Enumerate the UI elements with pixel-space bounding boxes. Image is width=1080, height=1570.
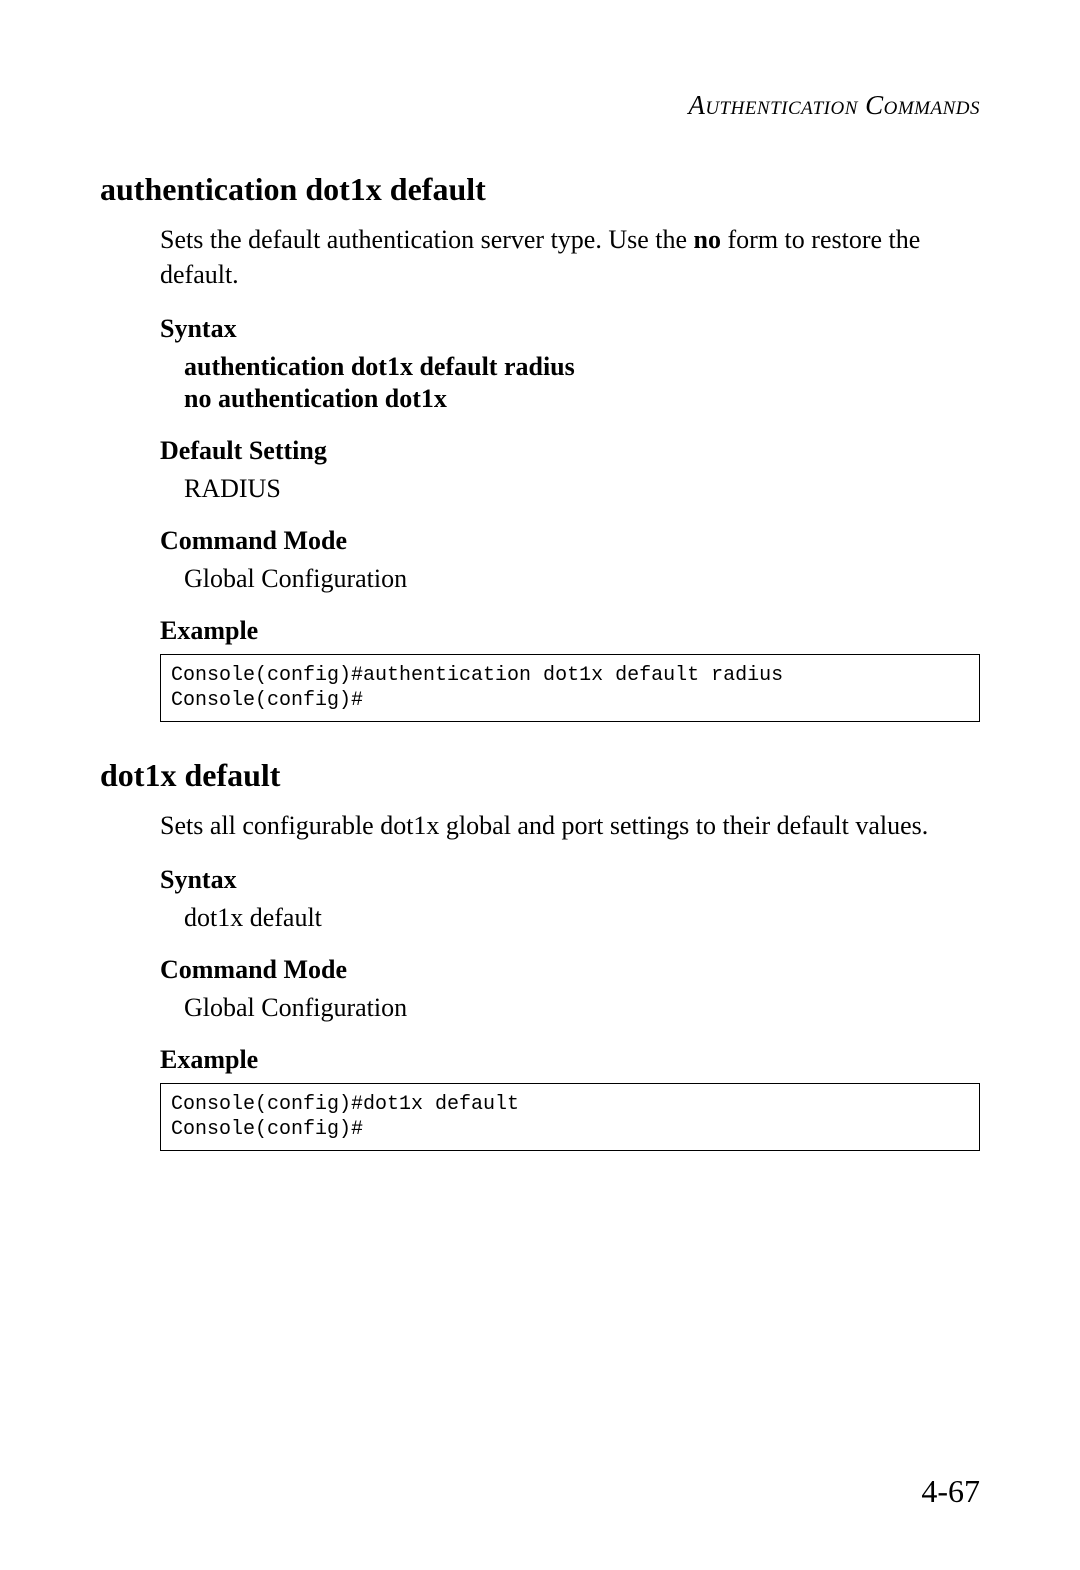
command-mode-value: Global Configuration (184, 564, 980, 594)
command-mode-heading: Command Mode (160, 955, 980, 985)
desc-text-pre: Sets the default authentication server t… (160, 225, 694, 254)
syntax-heading: Syntax (160, 314, 980, 344)
example-heading: Example (160, 616, 980, 646)
section-body: Sets all configurable dot1x global and p… (160, 808, 980, 1151)
example-heading: Example (160, 1045, 980, 1075)
section-description: Sets the default authentication server t… (160, 222, 980, 292)
page-number: 4-67 (921, 1473, 980, 1510)
section-description: Sets all configurable dot1x global and p… (160, 808, 980, 843)
default-setting-heading: Default Setting (160, 436, 980, 466)
syntax-line: authentication dot1x default radius (184, 352, 980, 382)
command-mode-heading: Command Mode (160, 526, 980, 556)
syntax-line: no authentication dot1x (184, 384, 980, 414)
example-code-block: Console(config)#authentication dot1x def… (160, 654, 980, 722)
default-setting-value: RADIUS (184, 474, 980, 504)
section-title-dot1x-default: dot1x default (100, 757, 980, 794)
desc-bold-no: no (694, 225, 721, 254)
syntax-plain-line: dot1x default (184, 903, 980, 933)
syntax-block: dot1x default (184, 903, 980, 933)
running-header: Authentication Commands (100, 90, 980, 121)
section-title-auth-dot1x-default: authentication dot1x default (100, 171, 980, 208)
command-mode-block: Global Configuration (184, 993, 980, 1023)
page: Authentication Commands authentication d… (0, 0, 1080, 1570)
default-setting-block: RADIUS (184, 474, 980, 504)
syntax-block: authentication dot1x default radius no a… (184, 352, 980, 414)
section-body: Sets the default authentication server t… (160, 222, 980, 722)
command-mode-value: Global Configuration (184, 993, 980, 1023)
example-code-block: Console(config)#dot1x default Console(co… (160, 1083, 980, 1151)
syntax-heading: Syntax (160, 865, 980, 895)
command-mode-block: Global Configuration (184, 564, 980, 594)
